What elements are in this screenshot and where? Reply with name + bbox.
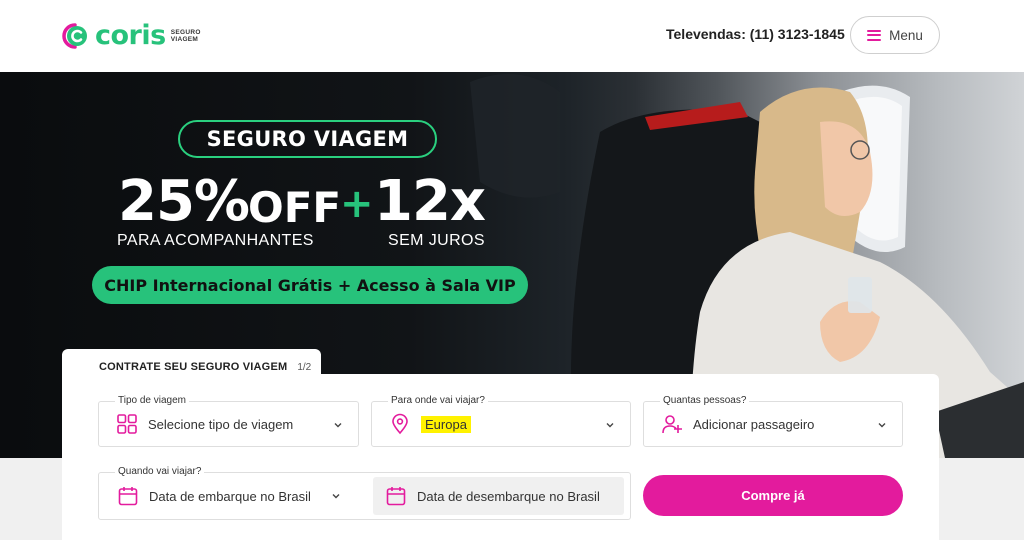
user-plus-icon [662, 415, 682, 434]
televendas-phone[interactable]: Televendas: (11) 3123-1845 [666, 26, 845, 42]
quote-form-title: CONTRATE SEU SEGURO VIAGEM [99, 361, 288, 373]
logo-tagline-line2: VIAGEM [170, 36, 199, 43]
destination-select[interactable]: Para onde vai viajar? Europa [371, 394, 631, 447]
departure-date-input[interactable]: Data de embarque no Brasil [100, 474, 364, 518]
return-date-placeholder: Data de desembarque no Brasil [417, 488, 600, 504]
coris-logo-icon [62, 23, 87, 49]
form-step-indicator: 1/2 [297, 361, 312, 373]
chevron-down-icon [606, 423, 614, 428]
seguro-viagem-badge: SEGURO VIAGEM [178, 120, 437, 158]
logo-wordmark: coris [95, 20, 166, 51]
menu-button[interactable]: Menu [850, 16, 940, 54]
chip-sala-vip-banner: CHIP Internacional Grátis + Acesso à Sal… [92, 266, 528, 304]
installments-count: 12x [374, 169, 486, 234]
compre-ja-button[interactable]: Compre já [643, 475, 903, 516]
chevron-down-icon [878, 423, 886, 428]
menu-label: Menu [889, 27, 923, 43]
return-date-input[interactable]: Data de desembarque no Brasil [373, 477, 624, 515]
trip-type-select[interactable]: Tipo de viagem Selecione tipo de viagem [98, 394, 359, 447]
destination-highlight: Europa [421, 415, 471, 433]
passengers-value: Adicionar passageiro [693, 416, 815, 432]
discount-subtitle: PARA ACOMPANHANTES [117, 232, 314, 249]
hamburger-icon [867, 29, 882, 41]
destination-label: Para onde vai viajar? [388, 394, 488, 408]
logo-tagline-line1: SEGURO [170, 29, 201, 36]
departure-date-placeholder: Data de embarque no Brasil [149, 488, 311, 504]
calendar-icon [386, 487, 406, 506]
trip-type-value: Selecione tipo de viagem [148, 416, 294, 432]
chevron-down-icon [334, 423, 342, 428]
destination-value: Europa [421, 415, 471, 433]
passengers-select[interactable]: Quantas pessoas? Adicionar passageiro [643, 394, 903, 447]
grid-icon [117, 414, 137, 434]
calendar-icon [118, 487, 138, 506]
plus-sign: + [340, 181, 374, 227]
logo-tagline: SEGURO VIAGEM [171, 29, 201, 43]
trip-type-label: Tipo de viagem [115, 394, 189, 408]
installments-subtitle: SEM JUROS [388, 232, 485, 249]
map-pin-icon [392, 413, 408, 435]
coris-logo[interactable]: coris SEGURO VIAGEM [60, 21, 201, 51]
discount-off-label: OFF [248, 183, 342, 232]
site-header: coris SEGURO VIAGEM Televendas: (11) 312… [0, 0, 1024, 72]
chevron-down-icon [332, 494, 340, 499]
passengers-label: Quantas pessoas? [660, 394, 750, 408]
discount-percent: 25% [118, 169, 250, 234]
